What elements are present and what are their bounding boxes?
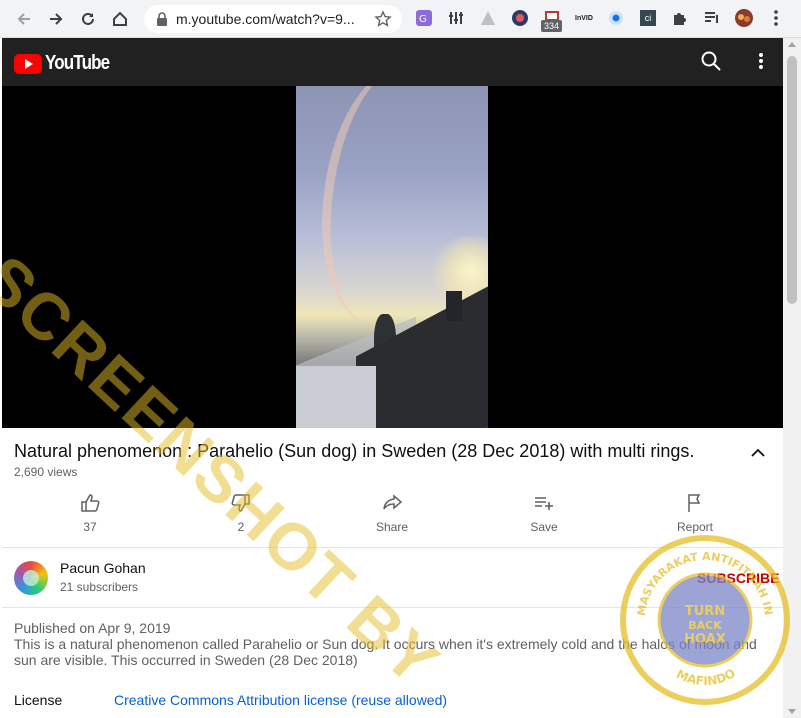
home-button[interactable] bbox=[108, 7, 132, 31]
channel-name[interactable]: Pacun Gohan bbox=[60, 560, 146, 576]
triangle-extension[interactable] bbox=[478, 8, 498, 28]
extension-count-badge: 334 bbox=[541, 20, 563, 32]
video-description: This is a natural phenomenon called Para… bbox=[14, 636, 757, 668]
star-icon[interactable] bbox=[374, 10, 392, 28]
dislike-count: 2 bbox=[237, 520, 245, 534]
youtube-logo[interactable]: YouTube bbox=[14, 52, 121, 75]
like-count: 37 bbox=[83, 520, 97, 534]
save-label: Save bbox=[530, 520, 558, 534]
reading-list-button[interactable] bbox=[702, 8, 722, 28]
publish-date: Published on Apr 9, 2019 bbox=[14, 620, 171, 636]
lock-icon bbox=[157, 12, 167, 26]
ci-extension[interactable]: ci bbox=[638, 8, 658, 28]
license-link[interactable]: Creative Commons Attribution license (re… bbox=[114, 692, 447, 708]
arrow-left-icon bbox=[17, 13, 30, 25]
search-button[interactable] bbox=[700, 50, 722, 77]
playlist-add-icon bbox=[535, 497, 553, 510]
back-button[interactable] bbox=[12, 7, 36, 31]
channel-avatar[interactable] bbox=[14, 561, 48, 595]
more-vertical-icon bbox=[774, 10, 778, 26]
svg-text:MAFINDO: MAFINDO bbox=[674, 666, 738, 688]
save-button[interactable]: Save bbox=[504, 490, 584, 534]
chevron-up-icon bbox=[751, 448, 765, 457]
video-frame bbox=[296, 86, 488, 428]
puzzle-icon bbox=[674, 13, 686, 25]
svg-text:BACK: BACK bbox=[688, 619, 722, 632]
scroll-up-arrow[interactable] bbox=[788, 42, 796, 47]
ghost-icon bbox=[512, 10, 528, 26]
report-button[interactable]: Report bbox=[655, 490, 735, 534]
page-scrollbar[interactable] bbox=[783, 38, 801, 718]
report-label: Report bbox=[676, 520, 714, 534]
thumbs-down-icon bbox=[231, 494, 250, 512]
flag-icon bbox=[688, 494, 701, 512]
screen: m.youtube.com/watch?v=9... G 334 InVID c… bbox=[0, 0, 801, 718]
chimney bbox=[446, 291, 462, 321]
reload-button[interactable] bbox=[76, 7, 100, 31]
snowy-ground bbox=[296, 366, 376, 428]
expand-description-button[interactable] bbox=[750, 446, 766, 464]
extensions-button[interactable] bbox=[670, 8, 690, 28]
search-icon bbox=[701, 51, 721, 71]
share-icon bbox=[383, 494, 403, 510]
view-count: 2,690 views bbox=[14, 465, 78, 479]
triangle-icon bbox=[481, 11, 495, 25]
svg-text:G: G bbox=[419, 14, 427, 25]
forward-button[interactable] bbox=[44, 7, 68, 31]
browser-menu-button[interactable] bbox=[766, 8, 786, 28]
share-label: Share bbox=[375, 520, 409, 534]
home-icon bbox=[113, 11, 127, 26]
thumbs-up-icon bbox=[81, 494, 100, 512]
divider bbox=[2, 607, 783, 608]
youtube-play-icon bbox=[14, 53, 42, 74]
ghost-extension[interactable] bbox=[510, 8, 530, 28]
action-bar: 37 2 Share Save Report bbox=[14, 490, 774, 540]
translate-icon: G bbox=[416, 10, 432, 26]
url-text: m.youtube.com/watch?v=9... bbox=[176, 11, 355, 27]
video-player[interactable] bbox=[2, 86, 783, 428]
translate-extension[interactable]: G bbox=[414, 8, 434, 28]
license-label: License bbox=[14, 692, 63, 708]
equalizer-icon bbox=[449, 12, 463, 24]
invid-label: InVID bbox=[575, 14, 593, 22]
video-title: Natural phenomenon : Parahelio (Sun dog)… bbox=[14, 441, 695, 461]
equalizer-extension[interactable] bbox=[446, 8, 466, 28]
divider bbox=[2, 547, 783, 548]
subscriber-count: 21 subscribers bbox=[60, 580, 139, 594]
profile-avatar-icon bbox=[735, 9, 753, 27]
share-button[interactable]: Share bbox=[352, 490, 432, 534]
address-bar[interactable]: m.youtube.com/watch?v=9... bbox=[144, 5, 402, 33]
youtube-header: YouTube bbox=[2, 38, 783, 86]
subscribe-button[interactable]: SUBSCRIBE bbox=[697, 570, 779, 586]
scrollbar-thumb[interactable] bbox=[787, 56, 797, 304]
eye-extension[interactable] bbox=[606, 8, 626, 28]
eye-icon bbox=[609, 11, 623, 25]
profile-button[interactable] bbox=[734, 8, 754, 28]
reload-icon bbox=[82, 12, 94, 25]
youtube-menu-button[interactable] bbox=[750, 50, 772, 77]
ci-label: ci bbox=[640, 10, 656, 26]
mafindo-seal: MASYARAKAT ANTIFITNAH INDONESIA MAFINDO … bbox=[620, 535, 790, 705]
invid-extension[interactable]: InVID bbox=[574, 8, 594, 28]
youtube-wordmark: YouTube bbox=[45, 52, 110, 74]
more-vertical-icon bbox=[759, 53, 763, 69]
arrow-right-icon bbox=[50, 13, 63, 25]
playlist-icon bbox=[705, 12, 718, 23]
scroll-down-arrow[interactable] bbox=[788, 709, 796, 714]
browser-toolbar: m.youtube.com/watch?v=9... G 334 InVID c… bbox=[0, 0, 801, 38]
like-button[interactable]: 37 bbox=[50, 490, 130, 534]
dislike-button[interactable]: 2 bbox=[201, 490, 281, 534]
